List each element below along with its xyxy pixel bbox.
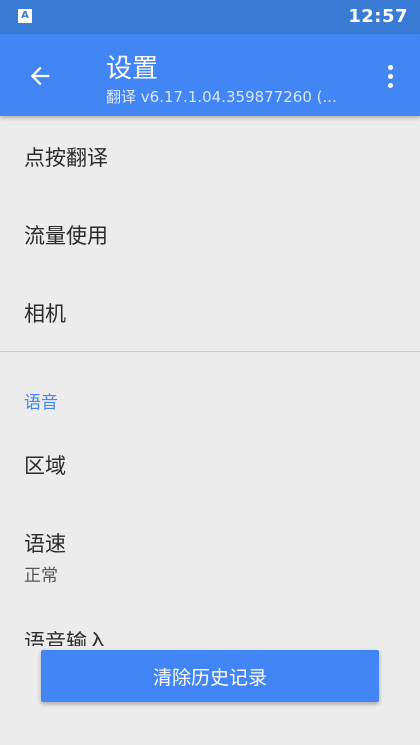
bottom-action-area: 清除历史记录 (0, 646, 420, 745)
clear-history-button[interactable]: 清除历史记录 (41, 650, 379, 702)
setting-data-usage[interactable]: 流量使用 (24, 220, 108, 250)
page-subtitle: 翻译 v6.17.1.04.359877260 (... (106, 88, 337, 106)
back-button[interactable] (18, 54, 62, 98)
settings-list: 点按翻译 流量使用 相机 语音 区域 语速 正常 语音输入 (0, 116, 420, 646)
more-vert-icon-dot (387, 64, 393, 70)
page-title: 设置 (106, 54, 159, 84)
status-bar: A 12:57 (0, 0, 420, 34)
app-bar: 设置 翻译 v6.17.1.04.359877260 (... (0, 34, 420, 116)
arrow-back-icon (30, 66, 50, 86)
more-options-button[interactable] (376, 58, 404, 94)
setting-camera[interactable]: 相机 (24, 298, 66, 328)
setting-region[interactable]: 区域 (24, 450, 66, 480)
section-divider (0, 351, 420, 352)
setting-voice-input[interactable]: 语音输入 (24, 626, 108, 646)
translate-app-icon: A (18, 9, 32, 23)
setting-speech-rate[interactable]: 语速 (24, 528, 66, 558)
more-vert-icon-dot (387, 82, 393, 88)
more-vert-icon-dot (387, 73, 393, 79)
setting-tap-to-translate[interactable]: 点按翻译 (24, 142, 108, 172)
setting-speech-rate-value: 正常 (24, 566, 58, 586)
section-header-voice: 语音 (24, 393, 58, 413)
status-time: 12:57 (348, 6, 408, 27)
